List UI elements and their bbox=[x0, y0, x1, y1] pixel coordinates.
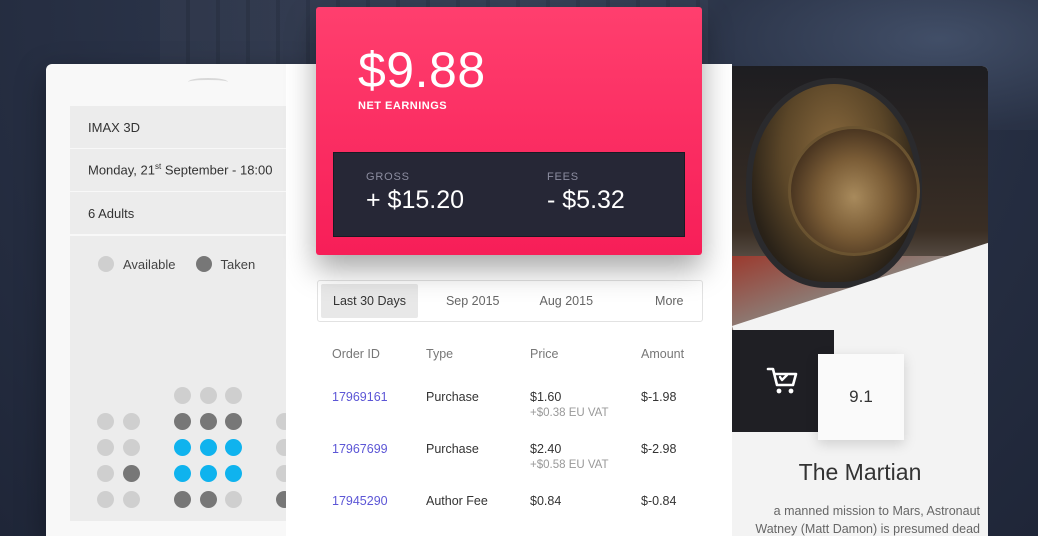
period-tabs: Last 30 Days Sep 2015 Aug 2015 More bbox=[317, 280, 703, 322]
order-amount: $-2.98 bbox=[641, 442, 677, 456]
seat-selected[interactable] bbox=[225, 465, 242, 482]
shopping-cart-icon bbox=[766, 367, 798, 394]
rating-value: 9.1 bbox=[849, 387, 873, 406]
seat-taken bbox=[200, 413, 217, 430]
seat-selected[interactable] bbox=[200, 465, 217, 482]
seat-taken bbox=[123, 465, 140, 482]
seat-available[interactable] bbox=[225, 387, 242, 404]
rating-badge: 9.1 bbox=[818, 354, 904, 440]
poster-visor bbox=[788, 126, 920, 256]
seat-map: Available Taken bbox=[70, 236, 316, 521]
seat-available[interactable] bbox=[97, 413, 114, 430]
order-vat: +$0.58 EU VAT bbox=[530, 459, 609, 471]
fees-value: - $5.32 bbox=[547, 186, 625, 214]
seat-selected[interactable] bbox=[225, 439, 242, 456]
order-price: $1.60 bbox=[530, 390, 562, 404]
order-id-link[interactable]: 17945290 bbox=[332, 494, 388, 508]
tab-more[interactable]: More bbox=[643, 284, 695, 318]
column-header-order-id: Order ID bbox=[332, 347, 380, 361]
order-vat: +$0.38 EU VAT bbox=[530, 407, 609, 419]
seat-selected[interactable] bbox=[174, 465, 191, 482]
movie-title: The Martian bbox=[798, 459, 922, 485]
earnings-breakdown: GROSS + $15.20 FEES - $5.32 bbox=[333, 152, 685, 237]
seat-taken bbox=[174, 491, 191, 508]
gross-value: + $15.20 bbox=[366, 186, 465, 214]
earnings-card: $9.88 NET EARNINGS GROSS + $15.20 FEES -… bbox=[316, 7, 702, 255]
booking-details: IMAX 3D Monday, 21st September - 18:00 6… bbox=[70, 106, 316, 235]
seat-available[interactable] bbox=[97, 491, 114, 508]
order-id-link[interactable]: 17967699 bbox=[332, 442, 388, 456]
seat-available[interactable] bbox=[123, 439, 140, 456]
order-amount: $-1.98 bbox=[641, 390, 677, 404]
tab-aug-2015[interactable]: Aug 2015 bbox=[528, 284, 606, 318]
seat-selected[interactable] bbox=[174, 439, 191, 456]
seat-taken bbox=[200, 491, 217, 508]
seat-taken bbox=[174, 413, 191, 430]
seat-selected[interactable] bbox=[200, 439, 217, 456]
tab-sep-2015[interactable]: Sep 2015 bbox=[434, 284, 512, 318]
net-earnings-amount: $9.88 bbox=[358, 42, 486, 98]
seat-available[interactable] bbox=[200, 387, 217, 404]
guests-row[interactable]: 6 Adults bbox=[70, 192, 316, 235]
format-label: IMAX 3D bbox=[88, 119, 141, 135]
tab-last-30-days[interactable]: Last 30 Days bbox=[321, 284, 418, 318]
format-row[interactable]: IMAX 3D bbox=[70, 106, 316, 149]
seat-taken bbox=[225, 413, 242, 430]
guests-label: 6 Adults bbox=[88, 205, 135, 221]
date-label: Monday, 21st September - 18:00 bbox=[88, 162, 273, 178]
seat-available[interactable] bbox=[174, 387, 191, 404]
column-header-price: Price bbox=[530, 347, 559, 361]
booking-card: IMAX 3D Monday, 21st September - 18:00 6… bbox=[46, 64, 316, 536]
gross-label: GROSS bbox=[366, 171, 410, 183]
seat-available[interactable] bbox=[97, 465, 114, 482]
date-row[interactable]: Monday, 21st September - 18:00 bbox=[70, 149, 316, 192]
order-price: $0.84 bbox=[530, 494, 562, 508]
order-type: Author Fee bbox=[426, 494, 488, 508]
fees-label: FEES bbox=[547, 171, 579, 183]
drag-handle[interactable] bbox=[188, 78, 228, 86]
movie-card: 9.1 The Martian a manned mission to Mars… bbox=[732, 66, 988, 536]
order-id-link[interactable]: 17969161 bbox=[332, 390, 388, 404]
column-header-type: Type bbox=[426, 347, 454, 361]
order-type: Purchase bbox=[426, 390, 479, 404]
poster-helmet bbox=[746, 78, 922, 288]
seat-available[interactable] bbox=[123, 491, 140, 508]
net-earnings-label: NET EARNINGS bbox=[358, 100, 448, 112]
order-amount: $-0.84 bbox=[641, 494, 677, 508]
movie-description: a manned mission to Mars, Astronaut Watn… bbox=[755, 504, 980, 536]
order-type: Purchase bbox=[426, 442, 479, 456]
seat-available[interactable] bbox=[123, 413, 140, 430]
order-price: $2.40 bbox=[530, 442, 562, 456]
seat-grid bbox=[70, 236, 316, 521]
seat-available[interactable] bbox=[225, 491, 242, 508]
column-header-amount: Amount bbox=[641, 347, 685, 361]
seat-available[interactable] bbox=[97, 439, 114, 456]
